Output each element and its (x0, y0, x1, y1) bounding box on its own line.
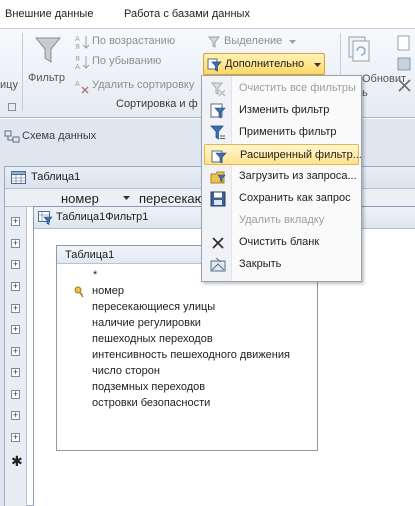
menu-item-clear-grid[interactable]: Очистить бланк (204, 232, 359, 253)
expand-plus-icon[interactable]: + (11, 217, 20, 226)
advanced-label: Дополнительно (225, 58, 305, 70)
sort-asc-label: По возрастанию (92, 35, 176, 47)
menu-item-apply-filter[interactable]: Применить фильтр (204, 122, 359, 143)
filter-label: Фильтр (28, 72, 65, 84)
edit-filter-icon (210, 103, 226, 119)
apply-filter-icon (210, 125, 225, 140)
filter-window-title: Таблица1Фильтр1 (56, 211, 149, 223)
advanced-filter-menu: Очистить все фильтры Изменить фильтр При… (201, 75, 362, 282)
selection-label: Выделение (224, 35, 283, 47)
expand-plus-icon[interactable]: + (11, 411, 20, 420)
menu-item-label: Сохранить как запрос (239, 192, 351, 204)
schema-label: Схема данных (22, 130, 97, 142)
remove-sort-label: Удалить сортировку (92, 79, 195, 91)
expand-plus-icon[interactable]: + (11, 325, 20, 334)
chevron-down-icon[interactable] (123, 196, 130, 200)
close-x-icon (212, 237, 224, 249)
remove-sort-button[interactable]: A Удалить сортировку (74, 77, 202, 95)
menu-item-close[interactable]: Закрыть (204, 254, 359, 275)
dialog-launcher-icon[interactable] (8, 103, 16, 111)
sort-asc-button[interactable]: A Я По возрастанию (74, 33, 194, 51)
field-item[interactable]: подземных переходов (92, 381, 205, 393)
tab-external-data[interactable]: Внешние данные (5, 8, 93, 20)
selection-icon (207, 36, 221, 48)
menu-item-label: Закрыть (239, 258, 282, 270)
expand-plus-icon[interactable]: + (11, 282, 20, 291)
clear-filters-icon (210, 82, 226, 97)
record-selector-column: + + + + + + + + + + + ✱ (5, 207, 27, 506)
delete-icon[interactable] (398, 79, 411, 92)
expand-plus-icon[interactable]: + (11, 368, 20, 377)
new-record-icon[interactable] (396, 35, 412, 51)
sort-desc-label: По убыванию (92, 55, 162, 67)
load-query-icon (210, 171, 226, 184)
expand-plus-icon[interactable]: + (11, 347, 20, 356)
menu-item-label: Очистить бланк (239, 236, 320, 248)
table-icon (11, 171, 26, 184)
menu-item-label: Применить фильтр (239, 126, 337, 138)
menu-item-label: Изменить фильтр (239, 104, 330, 116)
sort-asc-icon: A Я (75, 35, 90, 50)
primary-key-icon (74, 286, 84, 298)
group-separator (22, 33, 23, 111)
menu-item-save-as-query[interactable]: Сохранить как запрос (204, 188, 359, 209)
chevron-down-icon (314, 63, 321, 67)
save-icon[interactable] (396, 56, 412, 72)
refresh-cut-label-2: ь (362, 87, 368, 99)
menu-item-label: Загрузить из запроса... (239, 170, 357, 182)
save-query-icon (210, 191, 226, 207)
menu-item-edit-filter[interactable]: Изменить фильтр (204, 100, 359, 121)
expand-plus-icon[interactable]: + (11, 390, 20, 399)
close-window-icon (210, 257, 226, 272)
svg-text:A: A (75, 63, 80, 70)
field-item[interactable]: интенсивность пешеходного движения (92, 349, 290, 361)
ribbon-tabs: Внешние данные Работа с базами данных (0, 0, 415, 28)
advanced-filter-icon (211, 150, 227, 164)
expand-plus-icon[interactable]: + (11, 304, 20, 313)
menu-item-load-from-query[interactable]: Загрузить из запроса... (204, 166, 359, 187)
svg-text:A: A (75, 80, 80, 88)
field-item[interactable]: пешеходных переходов (92, 333, 213, 345)
field-item[interactable]: число сторон (92, 365, 160, 377)
field-item[interactable]: номер (92, 285, 124, 297)
selection-button[interactable]: Выделение (206, 33, 306, 51)
expand-plus-icon[interactable]: + (11, 239, 20, 248)
column-header[interactable]: номер (61, 191, 99, 206)
menu-item-delete-tab[interactable]: Удалить вкладку (204, 210, 359, 231)
filter-window-icon (38, 211, 53, 225)
field-item-all[interactable]: * (93, 269, 97, 281)
svg-text:A: A (75, 35, 80, 43)
expand-plus-icon[interactable]: + (11, 260, 20, 269)
new-record-star-icon[interactable]: ✱ (11, 453, 23, 470)
menu-item-label: Удалить вкладку (239, 214, 325, 226)
remove-sort-icon: A (75, 80, 89, 94)
sort-desc-icon: Я A (75, 55, 90, 70)
menu-item-label: Очистить все фильтры (239, 82, 356, 94)
svg-text:Я: Я (75, 55, 80, 63)
chevron-down-icon (289, 40, 296, 44)
advanced-dropdown-button[interactable]: Дополнительно (203, 53, 325, 75)
ribbon-cut-label: ицу (0, 79, 18, 91)
menu-item-clear-all-filters[interactable]: Очистить все фильтры (204, 78, 359, 99)
menu-item-label: Расширенный фильтр... (240, 149, 362, 161)
tab-database-tools[interactable]: Работа с базами данных (124, 8, 250, 20)
field-item[interactable]: наличие регулировки (92, 317, 201, 329)
field-item[interactable]: островки безопасности (92, 397, 210, 409)
sort-desc-button[interactable]: Я A По убыванию (74, 53, 194, 71)
table-window-title: Таблица1 (31, 171, 81, 183)
field-item[interactable]: пересекающиеся улицы (92, 301, 215, 313)
refresh-icon[interactable] (347, 35, 371, 63)
relationships-icon (4, 130, 20, 143)
svg-text:Я: Я (75, 43, 80, 50)
filter-button[interactable]: Фильтр (26, 33, 70, 93)
field-list-title: Таблица1 (65, 249, 115, 261)
advanced-filter-icon (207, 58, 222, 72)
menu-item-advanced-filter[interactable]: Расширенный фильтр... (204, 144, 362, 165)
expand-plus-icon[interactable]: + (11, 433, 20, 442)
sort-filter-group-label: Сортировка и ф (116, 98, 198, 110)
funnel-icon (34, 37, 62, 63)
